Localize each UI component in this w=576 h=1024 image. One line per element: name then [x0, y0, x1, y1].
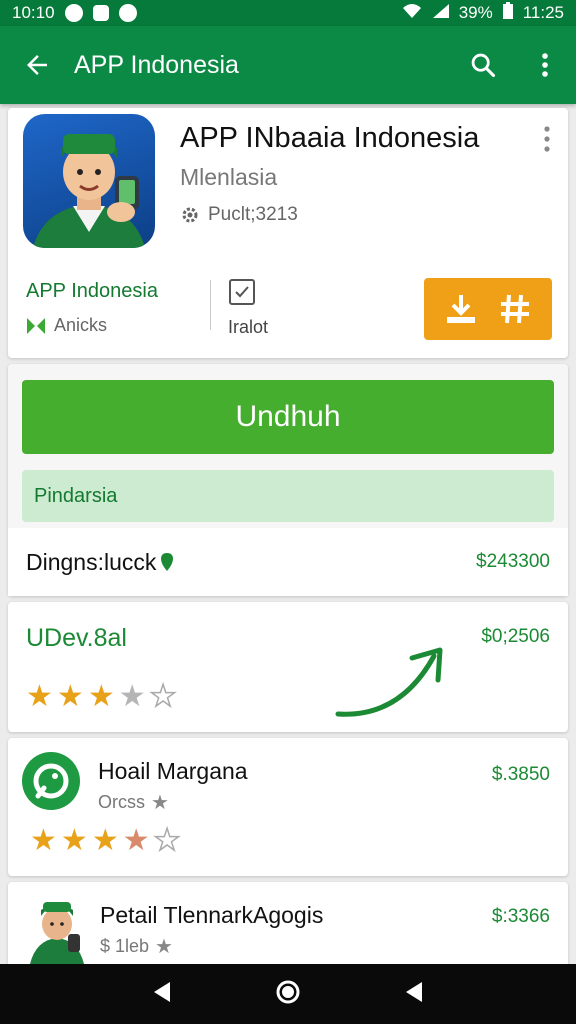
status-clock: 11:25	[522, 3, 564, 22]
category-row: Anicks	[26, 315, 158, 336]
back-button[interactable]	[0, 26, 74, 104]
list-item-price: $243300	[476, 551, 550, 572]
rating-stars: ★ ★ ★ ★ ★	[26, 680, 177, 713]
star-icon: ★	[26, 680, 53, 713]
list-item-name: Dingns:lucck	[26, 549, 174, 576]
android-icon	[92, 5, 109, 21]
list-item-icon	[22, 752, 80, 810]
star-icon: ★	[87, 680, 115, 713]
publisher-text: Puclt;3213	[208, 204, 298, 225]
more-vert-icon	[542, 53, 548, 77]
hash-icon	[501, 294, 529, 324]
message-icon	[118, 4, 137, 22]
app-bar: APP Indonesia	[0, 26, 576, 104]
nav-recents-button[interactable]	[402, 980, 426, 1009]
status-bar: 10:10 39% 11:25	[0, 0, 576, 26]
overflow-menu-button[interactable]	[514, 26, 576, 104]
star-icon: ★	[60, 824, 88, 857]
rating-meta-label: Iralot	[228, 317, 269, 337]
signal-icon	[431, 3, 451, 24]
list-item[interactable]: Dingns:lucck $243300	[8, 528, 568, 596]
list-item-price: $.3850	[491, 764, 550, 785]
list-item[interactable]: Hoail Margana Orcss ★ $.3850 ★ ★ ★ ★ ★	[8, 738, 568, 876]
arrow-back-icon	[27, 55, 47, 75]
rating-stars: ★ ★ ★ ★ ★	[30, 824, 181, 857]
nav-back-button[interactable]	[150, 980, 174, 1009]
app-icon	[23, 114, 155, 248]
list-item-price: $:3366	[491, 906, 550, 927]
star-empty-icon: ★	[153, 824, 181, 857]
developer-name[interactable]: APP Indonesia	[26, 280, 158, 303]
star-icon: ★	[155, 936, 173, 958]
checkbox-icon	[229, 279, 255, 305]
download-icon	[447, 295, 475, 323]
list-item[interactable]: Petail TlennarkAgogis $ 1leb ★ $:3366	[8, 882, 568, 972]
battery-icon	[501, 1, 515, 25]
list-item-title: Hoail Margana	[98, 758, 248, 784]
app-bar-title: APP Indonesia	[74, 50, 239, 79]
triangle-icon	[405, 981, 422, 1002]
star-half-icon: ★	[122, 824, 150, 857]
list-item-sub-text: $ 1leb	[100, 936, 150, 956]
triangle-back-icon	[154, 981, 171, 1002]
star-icon: ★	[151, 792, 169, 814]
card-menu-button[interactable]	[542, 124, 554, 154]
notification-icon	[64, 4, 83, 22]
list-item-sub: Orcss ★	[98, 790, 169, 815]
star-icon: ★	[91, 824, 119, 857]
star-half-icon: ★	[118, 680, 146, 713]
app-subtitle: Mlenlasia	[180, 164, 278, 190]
install-card: Undhuh Pindarsia Dingns:lucck $243300	[8, 364, 568, 596]
star-icon: ★	[56, 680, 84, 713]
circle-home-icon	[276, 980, 300, 1003]
rating-card-title: UDev.8al	[26, 624, 127, 652]
location-pin-icon	[161, 553, 174, 571]
gear-icon	[182, 207, 198, 223]
search-button[interactable]	[452, 26, 514, 104]
app-title: APP INbaaia Indonesia	[180, 122, 480, 154]
list-item-sub: $ 1leb ★	[100, 934, 173, 959]
install-button[interactable]: Undhuh	[22, 380, 554, 454]
star-empty-icon: ★	[149, 680, 177, 713]
star-icon: ★	[30, 824, 57, 857]
wifi-icon	[401, 3, 423, 24]
rating-card[interactable]: UDev.8al $0;2506 ★ ★ ★ ★ ★	[8, 602, 568, 732]
download-action-button[interactable]	[424, 278, 552, 340]
list-item-title: Petail TlennarkAgogis	[100, 902, 324, 928]
avatar	[28, 894, 86, 964]
list-item-name-text: Dingns:lucck	[26, 548, 157, 575]
category-label: Anicks	[54, 315, 108, 335]
app-publisher: Puclt;3213	[180, 204, 298, 226]
meta-divider	[210, 280, 211, 330]
battery-level: 39%	[458, 3, 493, 22]
app-info-card: APP INbaaia Indonesia Mlenlasia Puclt;32…	[8, 108, 568, 358]
list-item-sub-text: Orcss	[98, 792, 145, 812]
info-banner[interactable]: Pindarsia	[22, 470, 554, 522]
developer-meta: APP Indonesia Anicks	[26, 280, 158, 336]
trend-arrow-icon	[335, 647, 443, 717]
more-vert-icon	[544, 126, 550, 152]
search-icon	[471, 53, 496, 78]
category-icon	[27, 317, 45, 334]
rating-card-price: $0;2506	[481, 626, 550, 647]
system-nav-bar	[0, 964, 576, 1024]
status-time: 10:10	[12, 3, 55, 22]
nav-home-button[interactable]	[275, 979, 301, 1010]
rating-meta: Iralot	[228, 278, 268, 338]
